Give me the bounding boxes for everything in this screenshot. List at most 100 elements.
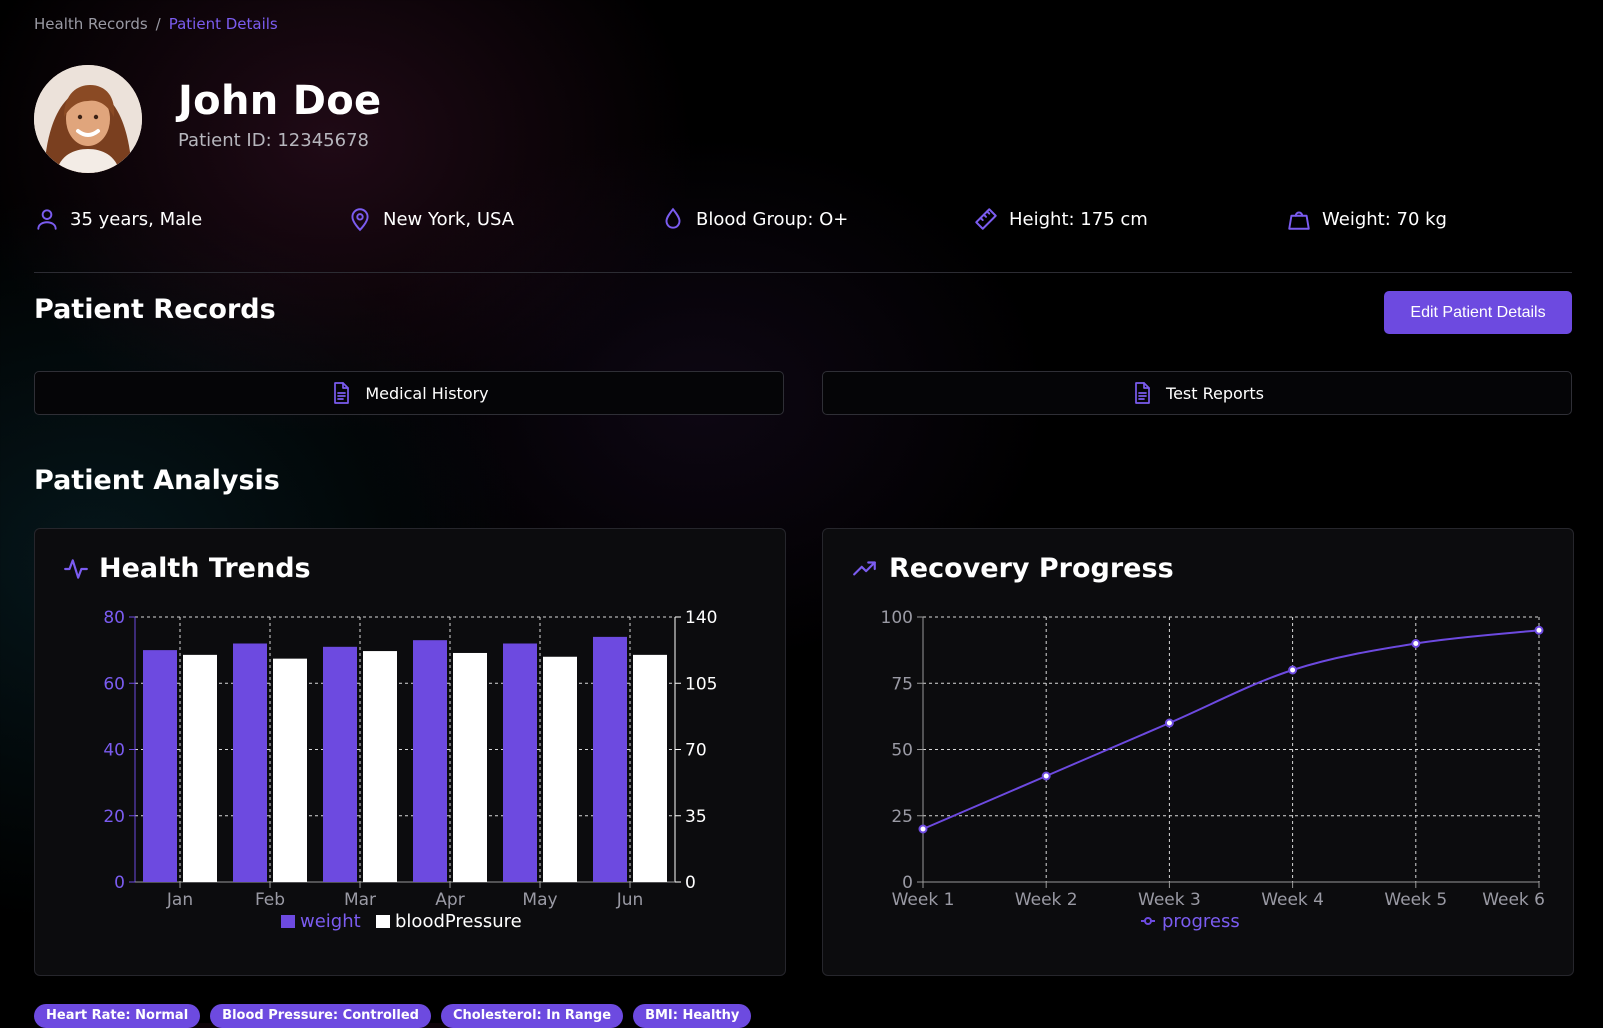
bar-blood-pressure bbox=[543, 656, 577, 882]
info-age-gender-text: 35 years, Male bbox=[70, 208, 203, 230]
left-tick-label: 20 bbox=[103, 807, 125, 827]
progress-point bbox=[1041, 771, 1051, 781]
x-tick-label: Jan bbox=[166, 890, 193, 910]
x-tick-label: Mar bbox=[344, 890, 376, 910]
x-tick-label: May bbox=[522, 890, 557, 910]
right-tick-label: 70 bbox=[685, 741, 707, 761]
x-tick-label: Apr bbox=[435, 890, 464, 910]
badge-blood-pressure: Blood Pressure: Controlled bbox=[210, 1004, 431, 1028]
recovery-progress-title: Recovery Progress bbox=[889, 553, 1174, 584]
badge-cholesterol: Cholesterol: In Range bbox=[440, 1004, 624, 1028]
left-tick-label: 40 bbox=[103, 741, 125, 761]
left-tick-label: 80 bbox=[103, 608, 125, 628]
bar-blood-pressure bbox=[363, 651, 397, 882]
user-icon bbox=[37, 209, 57, 230]
health-trends-title: Health Trends bbox=[99, 553, 311, 584]
progress-line bbox=[922, 629, 1540, 830]
x-tick-label: Feb bbox=[255, 890, 285, 910]
activity-icon bbox=[64, 558, 88, 579]
legend-marker-progress bbox=[1144, 917, 1152, 925]
info-blood-group: Blood Group: O+ bbox=[660, 206, 848, 232]
left-tick-label: 0 bbox=[114, 873, 125, 893]
bar-weight bbox=[143, 650, 177, 882]
badge-heart-rate: Heart Rate: Normal bbox=[34, 1004, 201, 1028]
health-trends-chart: 0 20 40 60 80 0 35 70 105 140 Jan Feb Mar Apr May Jun we… bbox=[103, 608, 717, 932]
breadcrumb-separator: / bbox=[155, 15, 161, 33]
bar-weight bbox=[593, 636, 627, 882]
edit-patient-details-button[interactable]: Edit Patient Details bbox=[1384, 291, 1572, 334]
droplet-icon bbox=[665, 207, 681, 229]
info-height: Height: 175 cm bbox=[973, 206, 1148, 232]
x-tick-label: Week 3 bbox=[1138, 890, 1201, 910]
right-tick-label: 105 bbox=[685, 674, 717, 694]
bar-blood-pressure bbox=[633, 654, 667, 882]
health-badges: Heart Rate: Normal Blood Pressure: Contr… bbox=[34, 1004, 752, 1028]
info-location-text: New York, USA bbox=[383, 208, 515, 230]
file-text-icon bbox=[334, 382, 350, 404]
x-tick-label: Jun bbox=[616, 890, 644, 910]
patient-name: John Doe bbox=[178, 78, 382, 124]
test-reports-label: Test Reports bbox=[1166, 383, 1264, 403]
weight-icon bbox=[1288, 211, 1310, 230]
legend-label-weight: weight bbox=[300, 911, 361, 932]
y-tick-label: 100 bbox=[881, 608, 913, 628]
recovery-progress-chart: 0255075100Week 1 Week 2 Week 3 Week 4 Week 5… bbox=[881, 608, 1545, 932]
right-tick-label: 35 bbox=[685, 807, 707, 827]
divider bbox=[34, 272, 1572, 273]
file-text-icon bbox=[1135, 382, 1150, 404]
info-height-text: Height: 175 cm bbox=[1009, 208, 1148, 230]
legend-swatch-weight bbox=[281, 915, 295, 928]
recovery-progress-card: 0 25 50 75 100 Week 1 Week 2 Week 3 Week 4 Week 5… bbox=[822, 528, 1574, 976]
trending-up-icon bbox=[853, 560, 876, 575]
legend-label-blood-pressure: bloodPressure bbox=[395, 911, 522, 932]
x-tick-label: Week 2 bbox=[1015, 890, 1078, 910]
left-tick-label: 60 bbox=[103, 674, 125, 694]
legend-swatch-blood-pressure bbox=[376, 915, 390, 928]
bar-weight bbox=[413, 640, 447, 882]
x-tick-label: Week 5 bbox=[1384, 890, 1447, 910]
x-tick-label: Week 1 bbox=[892, 890, 955, 910]
info-weight-text: Weight: 70 kg bbox=[1322, 208, 1447, 230]
breadcrumb: Health Records / Patient Details bbox=[34, 15, 278, 33]
health-trends-card: 0 20 40 60 80 0 35 70 105 140 Jan Feb Mar Apr May Jun we… bbox=[34, 528, 786, 976]
y-tick-label: 25 bbox=[891, 807, 913, 827]
patient-analysis-title: Patient Analysis bbox=[34, 465, 280, 496]
patient-info-row: 35 years, Male New York, USA Blood Group… bbox=[34, 206, 1574, 240]
medical-history-button[interactable]: Medical History bbox=[34, 371, 784, 415]
bar-blood-pressure bbox=[273, 658, 307, 882]
bar-weight bbox=[233, 643, 267, 882]
right-tick-label: 0 bbox=[685, 873, 696, 893]
breadcrumb-current: Patient Details bbox=[168, 15, 278, 33]
avatar bbox=[34, 65, 142, 173]
bar-blood-pressure bbox=[453, 652, 487, 882]
info-location: New York, USA bbox=[347, 206, 514, 232]
y-tick-label: 75 bbox=[891, 674, 913, 694]
test-reports-button[interactable]: Test Reports bbox=[822, 371, 1572, 415]
progress-point bbox=[918, 824, 928, 834]
info-blood-group-text: Blood Group: O+ bbox=[696, 208, 849, 230]
x-tick-label: Week 6 bbox=[1482, 890, 1545, 910]
recovery-progress-header: Recovery Progress bbox=[851, 553, 1174, 584]
bar-weight bbox=[323, 646, 357, 882]
progress-point bbox=[1288, 665, 1298, 675]
patient-id: Patient ID: 12345678 bbox=[178, 130, 369, 151]
progress-point bbox=[1411, 639, 1421, 648]
health-trends-header: Health Trends bbox=[63, 553, 311, 584]
bar-weight bbox=[503, 643, 537, 882]
info-weight: Weight: 70 kg bbox=[1286, 206, 1447, 232]
x-tick-label: Week 4 bbox=[1261, 890, 1324, 910]
breadcrumb-root-link[interactable]: Health Records bbox=[34, 15, 148, 33]
patient-records-title: Patient Records bbox=[34, 294, 276, 325]
ruler-icon bbox=[975, 208, 997, 230]
info-age-gender: 35 years, Male bbox=[34, 206, 202, 232]
legend-label-progress: progress bbox=[1162, 911, 1240, 932]
map-pin-icon bbox=[351, 208, 369, 232]
y-tick-label: 50 bbox=[891, 741, 913, 761]
medical-history-label: Medical History bbox=[365, 383, 489, 403]
badge-bmi: BMI: Healthy bbox=[633, 1004, 752, 1028]
progress-point bbox=[1164, 718, 1174, 728]
avatar-photo-icon bbox=[34, 65, 142, 173]
progress-point bbox=[1534, 625, 1544, 635]
bar-blood-pressure bbox=[183, 654, 217, 882]
right-tick-label: 140 bbox=[685, 608, 717, 628]
